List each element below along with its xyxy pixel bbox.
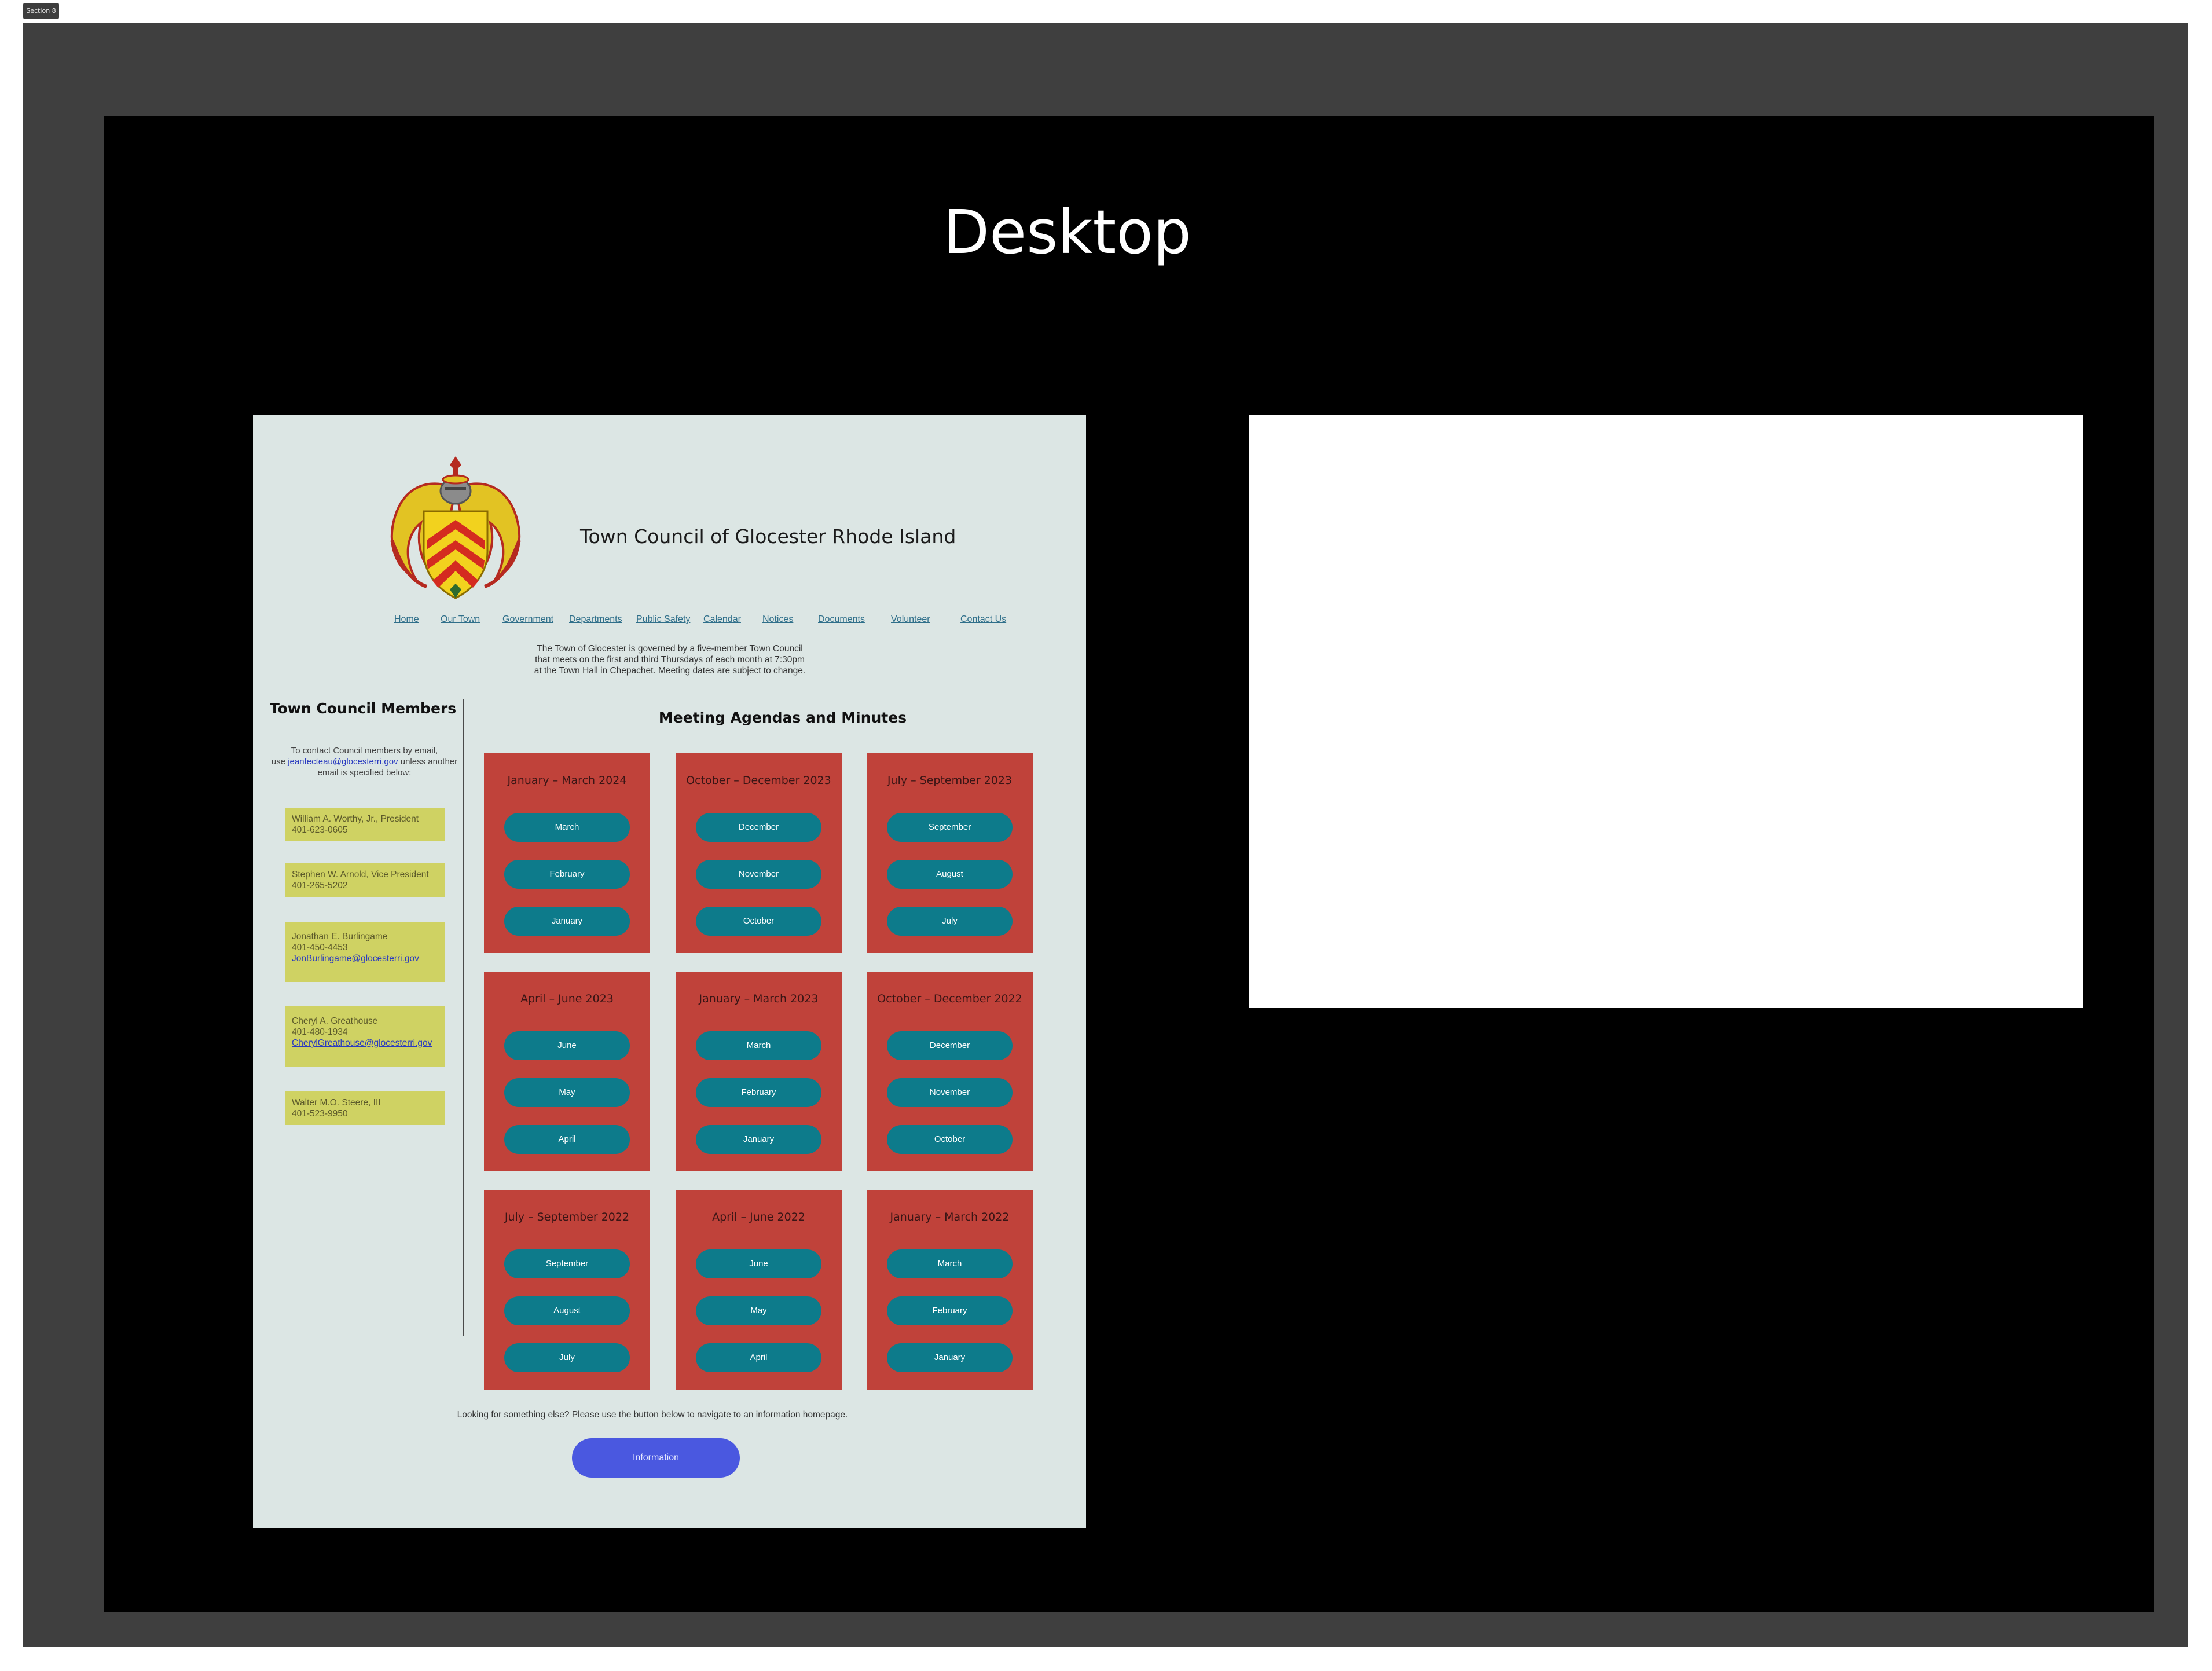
nav-documents[interactable]: Documents — [818, 614, 865, 625]
quarter-card: October – December 2023 December Novembe… — [676, 753, 842, 953]
quarter-title: July – September 2022 — [504, 1211, 630, 1223]
quarter-title: July – September 2023 — [887, 774, 1013, 787]
members-heading: Town Council Members — [269, 700, 457, 717]
month-button[interactable]: January — [887, 1343, 1013, 1372]
section-label: Section 8 — [23, 3, 59, 19]
month-button[interactable]: June — [504, 1031, 630, 1060]
meetings-heading: Meeting Agendas and Minutes — [658, 709, 907, 726]
nav-contact-us[interactable]: Contact Us — [960, 614, 1006, 625]
quarter-title: January – March 2024 — [507, 774, 627, 787]
month-button[interactable]: May — [696, 1296, 821, 1325]
column-divider — [463, 699, 464, 1336]
month-button[interactable]: March — [887, 1249, 1013, 1278]
month-button[interactable]: March — [504, 813, 630, 842]
month-button[interactable]: December — [887, 1031, 1013, 1060]
quarter-card: January – March 2024 March February Janu… — [484, 753, 650, 953]
quarter-title: October – December 2022 — [877, 992, 1022, 1005]
nav-government[interactable]: Government — [502, 614, 553, 625]
nav-departments[interactable]: Departments — [569, 614, 622, 625]
month-button[interactable]: September — [887, 813, 1013, 842]
month-button[interactable]: March — [696, 1031, 821, 1060]
quarter-card: April – June 2022 June May April — [676, 1190, 842, 1390]
quarter-title: January – March 2023 — [699, 992, 819, 1005]
quarter-card: January – March 2022 March February Janu… — [867, 1190, 1033, 1390]
quarter-card: April – June 2023 June May April — [484, 972, 650, 1171]
month-button[interactable]: January — [504, 907, 630, 936]
quarter-title: October – December 2023 — [686, 774, 831, 787]
quarter-card: July – September 2022 September August J… — [484, 1190, 650, 1390]
month-button[interactable]: July — [504, 1343, 630, 1372]
month-button[interactable]: April — [696, 1343, 821, 1372]
month-button[interactable]: June — [696, 1249, 821, 1278]
month-button[interactable]: July — [887, 907, 1013, 936]
member-card: Jonathan E. Burlingame 401-450-4453 JonB… — [285, 922, 445, 982]
nav-public-safety[interactable]: Public Safety — [636, 614, 690, 625]
quarter-title: January – March 2022 — [890, 1211, 1010, 1223]
month-button[interactable]: April — [504, 1125, 630, 1154]
intro-text: The Town of Glocester is governed by a f… — [534, 644, 806, 676]
section-container: Desktop Town Council of Glocester Rhode … — [23, 23, 2188, 1647]
month-button[interactable]: February — [696, 1078, 821, 1107]
town-crest-logo — [390, 456, 521, 599]
quarter-card: July – September 2023 September August J… — [867, 753, 1033, 953]
meetings-grid: January – March 2024 March February Janu… — [484, 753, 1034, 1390]
contact-note: To contact Council members by email, use… — [271, 746, 458, 778]
month-button[interactable]: October — [696, 907, 821, 936]
member-email-link[interactable]: JonBurlingame@glocesterri.gov — [292, 953, 438, 964]
month-button[interactable]: January — [696, 1125, 821, 1154]
contact-email-link[interactable]: jeanfecteau@glocesterri.gov — [288, 757, 398, 767]
nav-home[interactable]: Home — [394, 614, 419, 625]
month-button[interactable]: February — [504, 860, 630, 889]
main-navigation: Home Our Town Government Departments Pub… — [253, 614, 1086, 632]
quarter-title: April – June 2022 — [712, 1211, 805, 1223]
month-button[interactable]: August — [887, 860, 1013, 889]
member-card: William A. Worthy, Jr., President 401-62… — [285, 808, 445, 841]
member-email-link[interactable]: CherylGreathouse@glocesterri.gov — [292, 1038, 438, 1049]
site-title: Town Council of Glocester Rhode Island — [580, 525, 956, 548]
nav-notices[interactable]: Notices — [762, 614, 793, 625]
information-button[interactable]: Information — [572, 1438, 740, 1478]
member-card: Walter M.O. Steere, III 401-523-9950 — [285, 1091, 445, 1125]
month-button[interactable]: October — [887, 1125, 1013, 1154]
month-button[interactable]: February — [887, 1296, 1013, 1325]
frame-title: Desktop — [943, 197, 1191, 267]
month-button[interactable]: August — [504, 1296, 630, 1325]
month-button[interactable]: November — [696, 860, 821, 889]
month-button[interactable]: November — [887, 1078, 1013, 1107]
month-button[interactable]: September — [504, 1249, 630, 1278]
member-card: Cheryl A. Greathouse 401-480-1934 Cheryl… — [285, 1006, 445, 1067]
quarter-card: October – December 2022 December Novembe… — [867, 972, 1033, 1171]
month-button[interactable]: May — [504, 1078, 630, 1107]
town-council-page: Town Council of Glocester Rhode Island H… — [253, 415, 1086, 1528]
quarter-card: January – March 2023 March February Janu… — [676, 972, 842, 1171]
blank-preview-panel — [1249, 415, 2083, 1008]
footer-note: Looking for something else? Please use t… — [457, 1410, 848, 1420]
desktop-frame: Desktop Town Council of Glocester Rhode … — [104, 116, 2154, 1612]
quarter-title: April – June 2023 — [520, 992, 614, 1005]
month-button[interactable]: December — [696, 813, 821, 842]
nav-calendar[interactable]: Calendar — [703, 614, 741, 625]
nav-volunteer[interactable]: Volunteer — [891, 614, 930, 625]
nav-our-town[interactable]: Our Town — [441, 614, 480, 625]
member-card: Stephen W. Arnold, Vice President 401-26… — [285, 863, 445, 897]
